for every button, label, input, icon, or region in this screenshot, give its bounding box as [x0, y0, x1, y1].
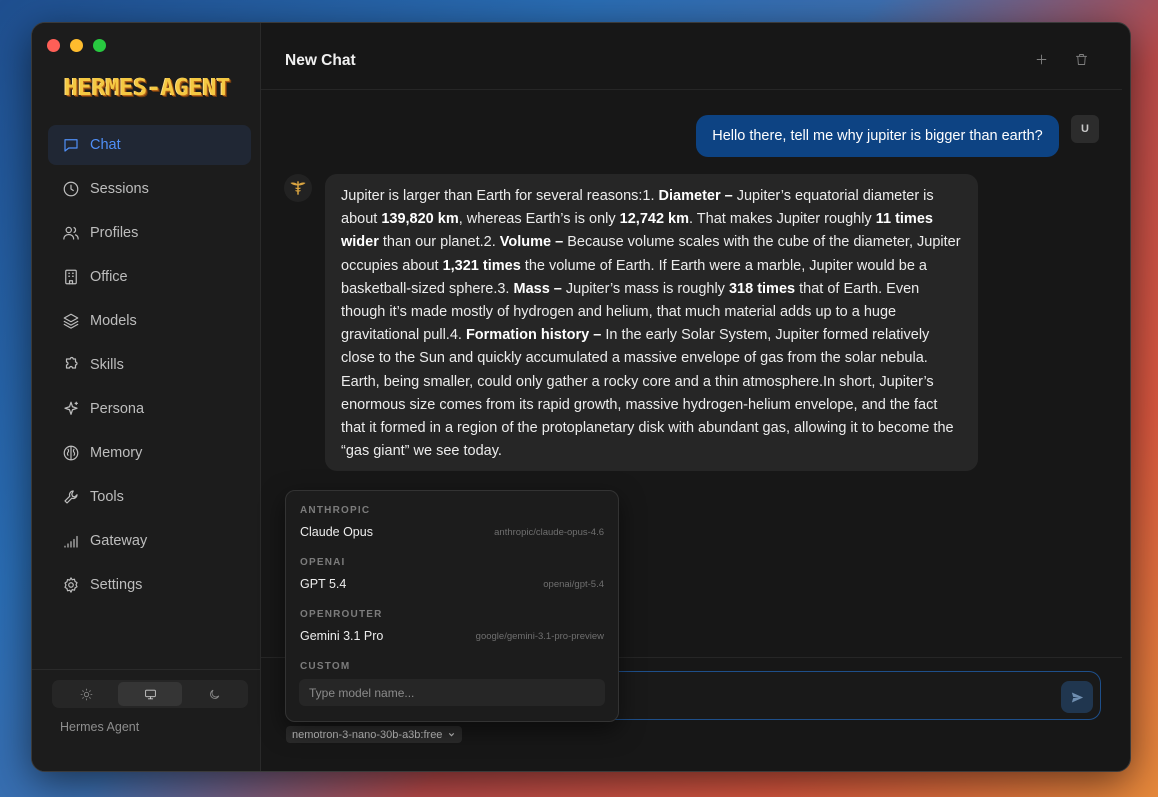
- sidebar-item-models[interactable]: Models: [48, 301, 251, 341]
- sidebar: HERMES-AGENT Chat Sessions Profiles Offi…: [32, 23, 261, 771]
- sidebar-item-office[interactable]: Office: [48, 257, 251, 297]
- theme-light-button[interactable]: [54, 682, 118, 706]
- moon-icon: [209, 689, 219, 699]
- message-text: In the early Solar System, Jupiter forme…: [341, 327, 954, 460]
- wrench-icon: [61, 487, 81, 507]
- message-text: than our planet.2.: [378, 234, 500, 251]
- gear-icon: [61, 575, 81, 595]
- model-option-id: google/gemini-3.1-pro-preview: [475, 631, 604, 642]
- model-option-name: GPT 5.4: [300, 577, 347, 591]
- trash-icon: [1075, 53, 1087, 65]
- maximize-window-button[interactable]: [93, 39, 106, 52]
- message-bold-text: Mass –: [513, 280, 562, 297]
- sidebar-item-label: Office: [90, 269, 128, 285]
- sidebar-item-label: Memory: [90, 445, 143, 461]
- hermes-caduceus-icon: [284, 174, 312, 202]
- sidebar-item-label: Tools: [90, 489, 124, 505]
- model-option-id: openai/gpt-5.4: [543, 579, 604, 590]
- new-chat-button[interactable]: [1031, 49, 1051, 69]
- app-logo: HERMES-AGENT: [64, 75, 231, 101]
- message-composer[interactable]: [591, 671, 1101, 720]
- sidebar-item-label: Skills: [90, 357, 124, 373]
- sidebar-item-skills[interactable]: Skills: [48, 345, 251, 385]
- sidebar-item-label: Chat: [90, 137, 121, 153]
- assistant-message: Jupiter is larger than Earth for several…: [325, 174, 978, 471]
- sidebar-nav: Chat Sessions Profiles Office Models Ski…: [48, 125, 251, 609]
- sparkle-icon: [61, 399, 81, 419]
- message-text: . That makes Jupiter roughly: [689, 211, 876, 228]
- chevron-down-icon: [449, 732, 455, 737]
- model-option-id: anthropic/claude-opus-4.6: [494, 527, 604, 538]
- page-title: New Chat: [285, 52, 356, 69]
- message-text: Jupiter is larger than Earth for several…: [341, 188, 659, 204]
- window-controls: [47, 39, 106, 52]
- sidebar-item-chat[interactable]: Chat: [48, 125, 251, 165]
- clock-icon: [61, 179, 81, 199]
- model-selector-label: nemotron-3-nano-30b-a3b:free: [292, 728, 443, 741]
- delete-chat-button[interactable]: [1071, 49, 1091, 69]
- group-label-anthropic: ANTHROPIC: [300, 505, 371, 516]
- minimize-window-button[interactable]: [70, 39, 83, 52]
- send-button[interactable]: [1061, 681, 1093, 713]
- close-window-button[interactable]: [47, 39, 60, 52]
- model-option-gemini[interactable]: Gemini 3.1 Pro google/gemini-3.1-pro-pre…: [292, 625, 612, 649]
- sidebar-item-label: Profiles: [90, 225, 139, 241]
- message-bold-text: 1,321 times: [442, 257, 521, 274]
- message-bold-text: Volume –: [499, 234, 564, 251]
- monitor-icon: [144, 689, 156, 699]
- model-option-claude-opus[interactable]: Claude Opus anthropic/claude-opus-4.6: [292, 521, 612, 545]
- message-bold-text: 139,820 km: [381, 211, 459, 228]
- message-bold-text: 318 times: [728, 280, 796, 297]
- sidebar-item-label: Settings: [90, 577, 143, 593]
- message-bold-text: Diameter –: [658, 188, 733, 204]
- sun-icon: [80, 688, 92, 700]
- group-label-openai: OPENAI: [300, 557, 346, 568]
- theme-system-button[interactable]: [118, 682, 182, 706]
- message-bold-text: 12,742 km: [619, 211, 689, 228]
- sidebar-item-sessions[interactable]: Sessions: [48, 169, 251, 209]
- model-option-gpt[interactable]: GPT 5.4 openai/gpt-5.4: [292, 573, 612, 597]
- custom-model-input[interactable]: [299, 679, 605, 706]
- chat-header: New Chat: [261, 23, 1122, 90]
- sidebar-item-tools[interactable]: Tools: [48, 477, 251, 517]
- model-selector[interactable]: nemotron-3-nano-30b-a3b:free: [286, 726, 463, 743]
- building-icon: [61, 267, 81, 287]
- users-icon: [61, 223, 81, 243]
- model-option-name: Claude Opus: [300, 525, 373, 539]
- user-avatar: U: [1071, 115, 1099, 143]
- layers-icon: [61, 311, 81, 331]
- user-message: Hello there, tell me why jupiter is bigg…: [696, 115, 1059, 157]
- sidebar-item-label: Sessions: [90, 181, 149, 197]
- group-label-custom: CUSTOM: [300, 661, 351, 672]
- model-dropdown: ANTHROPIC Claude Opus anthropic/claude-o…: [285, 490, 619, 722]
- chat-bubble-icon: [61, 135, 81, 155]
- group-label-openrouter: OPENROUTER: [300, 609, 383, 620]
- theme-toggle: [52, 680, 248, 708]
- send-icon: [1071, 692, 1083, 702]
- footer-app-name: Hermes Agent: [60, 720, 140, 734]
- model-option-name: Gemini 3.1 Pro: [300, 629, 384, 643]
- plus-icon: [1036, 54, 1046, 64]
- sidebar-item-gateway[interactable]: Gateway: [48, 521, 251, 561]
- sidebar-item-settings[interactable]: Settings: [48, 565, 251, 605]
- sidebar-item-label: Persona: [90, 401, 145, 417]
- signal-bars-icon: [61, 531, 81, 551]
- sidebar-item-label: Gateway: [90, 533, 148, 549]
- puzzle-icon: [61, 355, 81, 375]
- theme-dark-button[interactable]: [182, 682, 246, 706]
- sidebar-item-profiles[interactable]: Profiles: [48, 213, 251, 253]
- message-text: Jupiter’s mass is roughly: [561, 280, 729, 297]
- message-text: , whereas Earth’s is only: [458, 211, 620, 228]
- sidebar-item-memory[interactable]: Memory: [48, 433, 251, 473]
- message-bold-text: Formation history –: [465, 327, 602, 344]
- sidebar-item-label: Models: [90, 313, 137, 329]
- sidebar-footer: Hermes Agent: [32, 669, 261, 771]
- sidebar-item-persona[interactable]: Persona: [48, 389, 251, 429]
- brain-icon: [61, 443, 81, 463]
- app-window: HERMES-AGENT Chat Sessions Profiles Offi…: [31, 22, 1131, 772]
